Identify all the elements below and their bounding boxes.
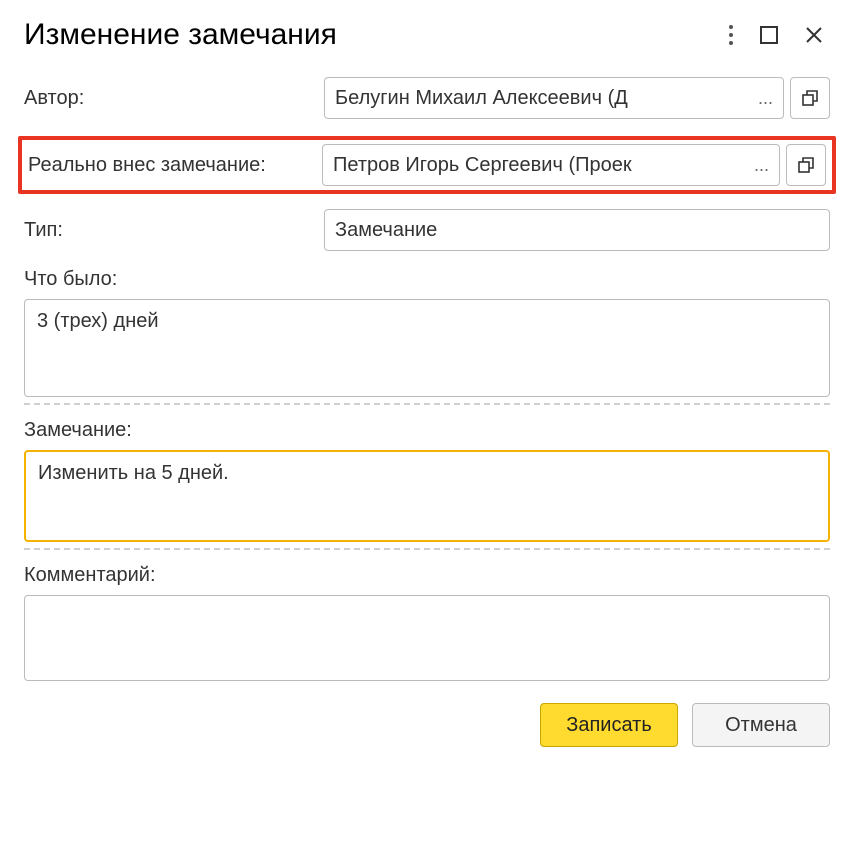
comment-textarea[interactable]	[24, 595, 830, 681]
real-author-row: Реально внес замечание: Петров Игорь Сер…	[18, 136, 836, 194]
author-row: Автор: Белугин Михаил Алексеевич (Д ...	[24, 76, 830, 120]
type-label: Тип:	[24, 219, 324, 242]
save-button[interactable]: Записать	[540, 703, 678, 747]
cancel-button[interactable]: Отмена	[692, 703, 830, 747]
type-row: Тип: Замечание	[24, 208, 830, 252]
real-author-input[interactable]: Петров Игорь Сергеевич (Проек	[322, 144, 744, 186]
dialog-title: Изменение замечания	[24, 18, 728, 52]
footer: Записать Отмена	[24, 703, 830, 747]
more-icon[interactable]	[728, 24, 734, 46]
real-author-open-button[interactable]	[786, 144, 826, 186]
maximize-icon[interactable]	[760, 26, 778, 44]
author-label: Автор:	[24, 87, 324, 110]
real-author-select-button[interactable]: ...	[744, 144, 780, 186]
real-author-input-group: Петров Игорь Сергеевич (Проек ...	[322, 144, 832, 186]
real-author-label: Реально внес замечание:	[22, 154, 322, 177]
what-was-label: Что было:	[24, 268, 830, 291]
close-icon[interactable]	[804, 25, 824, 45]
separator	[24, 548, 830, 550]
what-was-textarea[interactable]: 3 (трех) дней	[24, 299, 830, 397]
dialog-window: Изменение замечания Автор: Белугин Михаи…	[0, 0, 854, 771]
author-input-group: Белугин Михаил Алексеевич (Д ...	[324, 77, 830, 119]
author-select-button[interactable]: ...	[748, 77, 784, 119]
remark-textarea[interactable]: Изменить на 5 дней.	[24, 450, 830, 542]
comment-label: Комментарий:	[24, 564, 830, 587]
type-input-group: Замечание	[324, 209, 830, 251]
remark-label: Замечание:	[24, 419, 830, 442]
type-input[interactable]: Замечание	[324, 209, 830, 251]
separator	[24, 403, 830, 405]
titlebar-actions	[728, 24, 830, 46]
author-open-button[interactable]	[790, 77, 830, 119]
titlebar: Изменение замечания	[24, 18, 830, 52]
author-input[interactable]: Белугин Михаил Алексеевич (Д	[324, 77, 748, 119]
